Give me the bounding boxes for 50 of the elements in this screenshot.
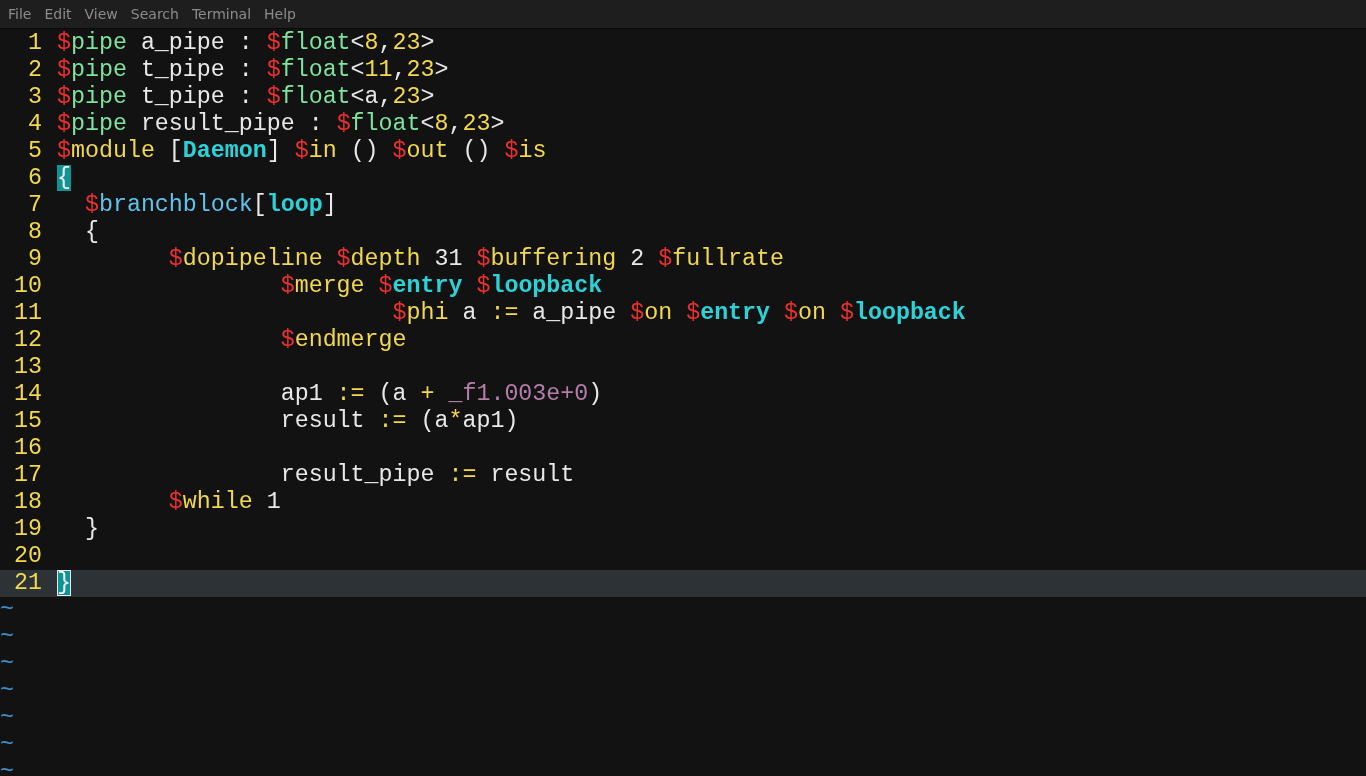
line-number: 21	[13, 570, 42, 597]
code-line: $pipe t_pipe : $float<a,23>	[57, 84, 435, 111]
line-number: 15	[13, 408, 42, 435]
menu-item[interactable]: Terminal	[187, 6, 256, 22]
line-number: 9	[27, 246, 42, 273]
line-number: 13	[13, 354, 42, 381]
code-line: result_pipe := result	[279, 462, 575, 489]
code-line: $dopipeline $depth 31 $buffering 2 $fullrate	[167, 246, 785, 273]
menu-item[interactable]: File	[4, 6, 36, 22]
code-line: $module [Daemon] $in () $out () $is	[57, 138, 547, 165]
empty-line-marker: ~	[0, 651, 14, 678]
menu-item[interactable]: Edit	[40, 6, 76, 22]
line-number: 7	[27, 192, 42, 219]
empty-line-marker: ~	[0, 759, 14, 776]
line-number: 5	[27, 138, 42, 165]
code-line: ap1 := (a + _f1.003e+0)	[279, 381, 603, 408]
empty-line-marker: ~	[0, 624, 14, 651]
menu-item[interactable]: Search	[126, 6, 183, 22]
code-line: result := (a*ap1)	[279, 408, 519, 435]
line-number: 8	[27, 219, 42, 246]
line-number: 19	[13, 516, 42, 543]
line-number: 3	[27, 84, 42, 111]
code-line: $while 1	[167, 489, 281, 516]
code-line: $merge $entry $loopback	[279, 273, 603, 300]
line-number: 2	[27, 57, 42, 84]
line-number: 1	[27, 30, 42, 57]
menu-item[interactable]: Help	[260, 6, 300, 22]
line-number: 17	[13, 462, 42, 489]
code-line: $phi a := a_pipe $on $entry $on $loopback	[391, 300, 966, 327]
line-number: 6	[27, 165, 42, 192]
code-line: {	[83, 219, 99, 246]
code-line: }	[83, 516, 99, 543]
code-line: $pipe a_pipe : $float<8,23>	[57, 30, 435, 57]
code-line: $pipe result_pipe : $float<8,23>	[57, 111, 505, 138]
line-number: 4	[27, 111, 42, 138]
line-number: 20	[13, 543, 42, 570]
empty-line-marker: ~	[0, 732, 14, 759]
menu-item[interactable]: View	[80, 6, 122, 22]
line-number: 14	[13, 381, 42, 408]
code-line: $pipe t_pipe : $float<11,23>	[57, 57, 449, 84]
code-line: $endmerge	[279, 327, 407, 354]
empty-line-marker: ~	[0, 678, 14, 705]
line-number: 16	[13, 435, 42, 462]
line-number: 18	[13, 489, 42, 516]
line-number: 10	[13, 273, 42, 300]
line-number: 11	[13, 300, 42, 327]
code-line: $branchblock[loop]	[83, 192, 337, 219]
line-number: 12	[13, 327, 42, 354]
empty-line-marker: ~	[0, 597, 14, 624]
empty-line-marker: ~	[0, 705, 14, 732]
